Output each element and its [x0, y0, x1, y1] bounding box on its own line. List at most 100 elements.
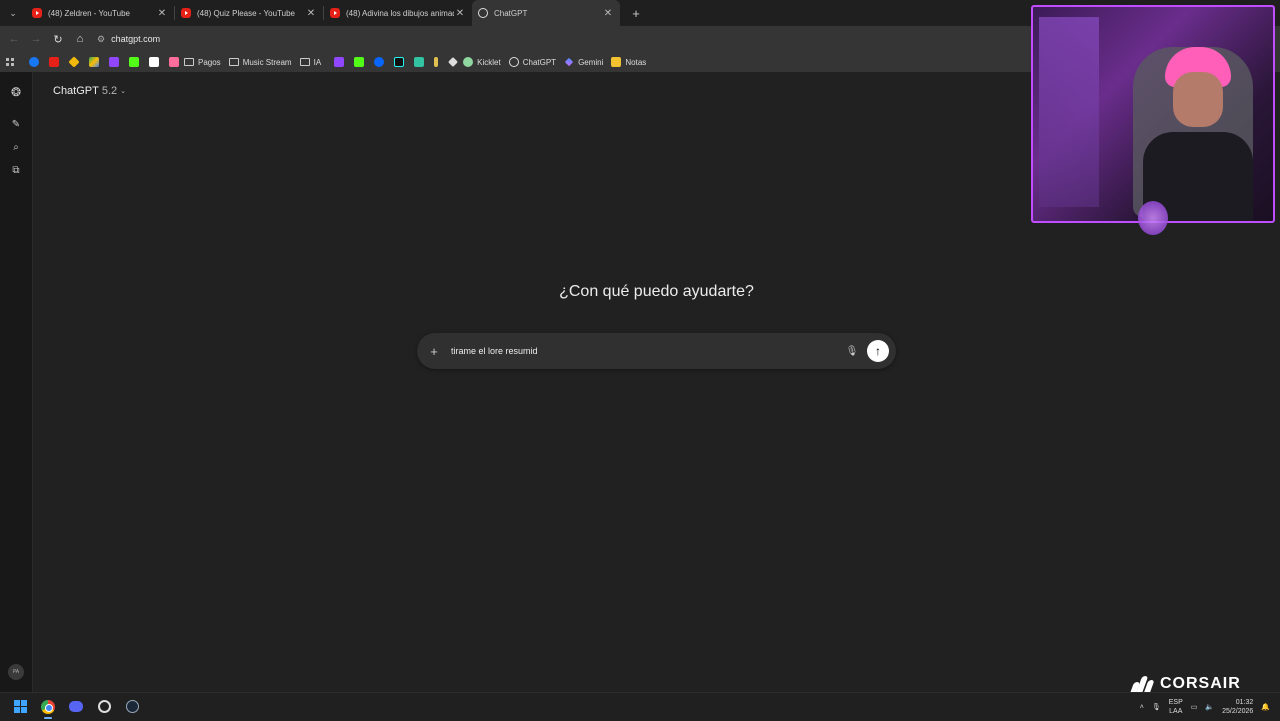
steam-icon [125, 700, 139, 713]
bookmark-folder-pagos[interactable]: Pagos [184, 58, 221, 67]
home-button[interactable]: ⌂ [69, 28, 91, 50]
reload-button[interactable]: ↻ [47, 28, 69, 50]
youtube-icon [32, 8, 42, 18]
folder-icon [299, 58, 310, 66]
chevron-down-icon: ⌄ [120, 88, 127, 95]
youtube-icon[interactable] [49, 57, 59, 67]
tab-title: (48) Quiz Please - YouTube [197, 8, 295, 18]
network-icon[interactable]: ▭ [1191, 703, 1198, 711]
meta-icon[interactable] [374, 57, 385, 67]
bookmark-label: IA [313, 57, 322, 67]
url-field[interactable]: ⚙ chatgpt.com [97, 29, 1017, 49]
tab-1[interactable]: (48) Zeldren - YouTube ✕ [26, 0, 174, 26]
kick-icon[interactable] [129, 57, 139, 67]
streamer [1143, 47, 1253, 221]
bookmark-gemini[interactable]: Gemini [564, 57, 603, 67]
volume-icon[interactable]: 🔈 [1205, 703, 1214, 711]
microphone-icon[interactable]: 🎙 [1152, 703, 1161, 711]
bookmark-folder-ia[interactable]: IA [299, 57, 322, 67]
model-version: 5.2 [101, 85, 118, 97]
facebook-icon[interactable] [29, 57, 39, 67]
discord-icon [69, 701, 83, 712]
chatgpt-icon [478, 8, 488, 18]
bookmark-label: Pagos [198, 57, 221, 67]
extension-icon[interactable] [434, 57, 439, 67]
close-tab-icon[interactable]: ✕ [305, 8, 317, 19]
taskbar-obs[interactable] [92, 695, 116, 719]
tab-search-chevron-icon[interactable]: ⌄ [0, 0, 26, 26]
bookmark-notas[interactable]: Notas [611, 57, 646, 67]
bookmark-folder-music-stream[interactable]: Music Stream [228, 57, 292, 67]
attach-plus-icon[interactable]: + [419, 344, 449, 359]
youtube-icon [181, 8, 191, 18]
bookmark-label: ChatGPT [522, 57, 557, 67]
close-tab-icon[interactable]: ✕ [602, 8, 614, 19]
folder-icon [228, 58, 239, 66]
gemini-icon [564, 57, 574, 67]
new-tab-button[interactable]: + [626, 6, 646, 21]
forward-button[interactable]: → [25, 28, 47, 50]
tab-2[interactable]: (48) Quiz Please - YouTube ✕ [175, 0, 323, 26]
drive-icon[interactable] [89, 57, 99, 67]
chevron-up-icon[interactable]: ˄ [1140, 704, 1144, 711]
microphone-icon[interactable]: 🎙 [843, 346, 861, 357]
bookmark-kicklet[interactable]: Kicklet [463, 57, 501, 67]
taskbar-discord[interactable] [64, 695, 88, 719]
twitch-icon[interactable] [334, 57, 345, 67]
diamond-icon[interactable] [448, 57, 459, 67]
prompt-input[interactable] [449, 346, 843, 356]
analytics-icon[interactable] [169, 57, 179, 67]
clock-date: 25/2/2026 [1222, 708, 1254, 715]
tiktok-icon[interactable] [394, 57, 405, 67]
model-selector[interactable]: ChatGPT 5.2 ⌄ [53, 85, 126, 97]
tab-4-active[interactable]: ChatGPT ✕ [472, 0, 620, 26]
library-icon[interactable]: ⧉ [8, 162, 24, 178]
system-tray: ˄ 🎙 ESP LAA ▭ 🔈 01:32 25/2/2026 🔔 [1140, 693, 1270, 721]
bookmark-label: Notas [625, 57, 647, 67]
bookmark-chatgpt[interactable]: ChatGPT [508, 57, 557, 67]
back-button[interactable]: ← [3, 28, 25, 50]
obs-icon [97, 700, 111, 713]
close-tab-icon[interactable]: ✕ [454, 8, 466, 19]
apps-grid-icon[interactable] [6, 58, 14, 66]
sidebar-rail: ❂ ✎ ⌕ ⧉ PA [0, 72, 33, 692]
chrome-icon [41, 699, 55, 714]
url-text: chatgpt.com [111, 34, 161, 44]
notification-icon[interactable]: 🔔 [1261, 703, 1270, 711]
search-icon[interactable]: ⌕ [8, 139, 24, 155]
taskbar-steam[interactable] [120, 695, 144, 719]
lang-layout: LAA [1169, 708, 1183, 715]
bookmark-label: Kicklet [477, 57, 501, 67]
binance-icon[interactable] [68, 56, 80, 68]
webcam-mascot-icon [1138, 201, 1168, 235]
bookmark-label: Gemini [578, 57, 604, 67]
streamlabs-icon[interactable] [414, 57, 425, 67]
folder-icon [184, 58, 194, 66]
windows-icon [13, 700, 27, 713]
patreon-icon[interactable] [149, 57, 159, 67]
send-button[interactable]: ↑ [867, 340, 889, 362]
chat-composer: + 🎙 ↑ [417, 333, 896, 369]
shelf-background [1039, 17, 1099, 207]
tab-3[interactable]: (48) Adivina los dibujos animad ✕ [324, 0, 472, 26]
language-indicator[interactable]: ESP LAA [1169, 698, 1183, 716]
tab-title: (48) Adivina los dibujos animad [346, 8, 454, 18]
brand-text: CORSAIR [1160, 675, 1241, 692]
streamer-face [1173, 72, 1223, 127]
new-chat-icon[interactable]: ✎ [8, 116, 24, 132]
site-info-icon[interactable]: ⚙ [97, 34, 105, 45]
clock-time: 01:32 [1235, 699, 1254, 706]
webcam-overlay [1031, 5, 1275, 223]
start-button[interactable] [8, 695, 32, 719]
openai-logo-icon[interactable]: ❂ [8, 84, 24, 100]
twitch-icon[interactable] [109, 57, 119, 67]
taskbar: ˄ 🎙 ESP LAA ▭ 🔈 01:32 25/2/2026 🔔 [0, 692, 1280, 720]
notes-icon [611, 57, 622, 67]
clock[interactable]: 01:32 25/2/2026 [1222, 698, 1253, 716]
taskbar-chrome[interactable] [36, 695, 60, 719]
tab-title: ChatGPT [494, 8, 528, 18]
close-tab-icon[interactable]: ✕ [156, 8, 168, 19]
kick-icon[interactable] [354, 57, 365, 67]
bookmark-label: Music Stream [242, 57, 292, 67]
avatar[interactable]: PA [8, 664, 24, 680]
